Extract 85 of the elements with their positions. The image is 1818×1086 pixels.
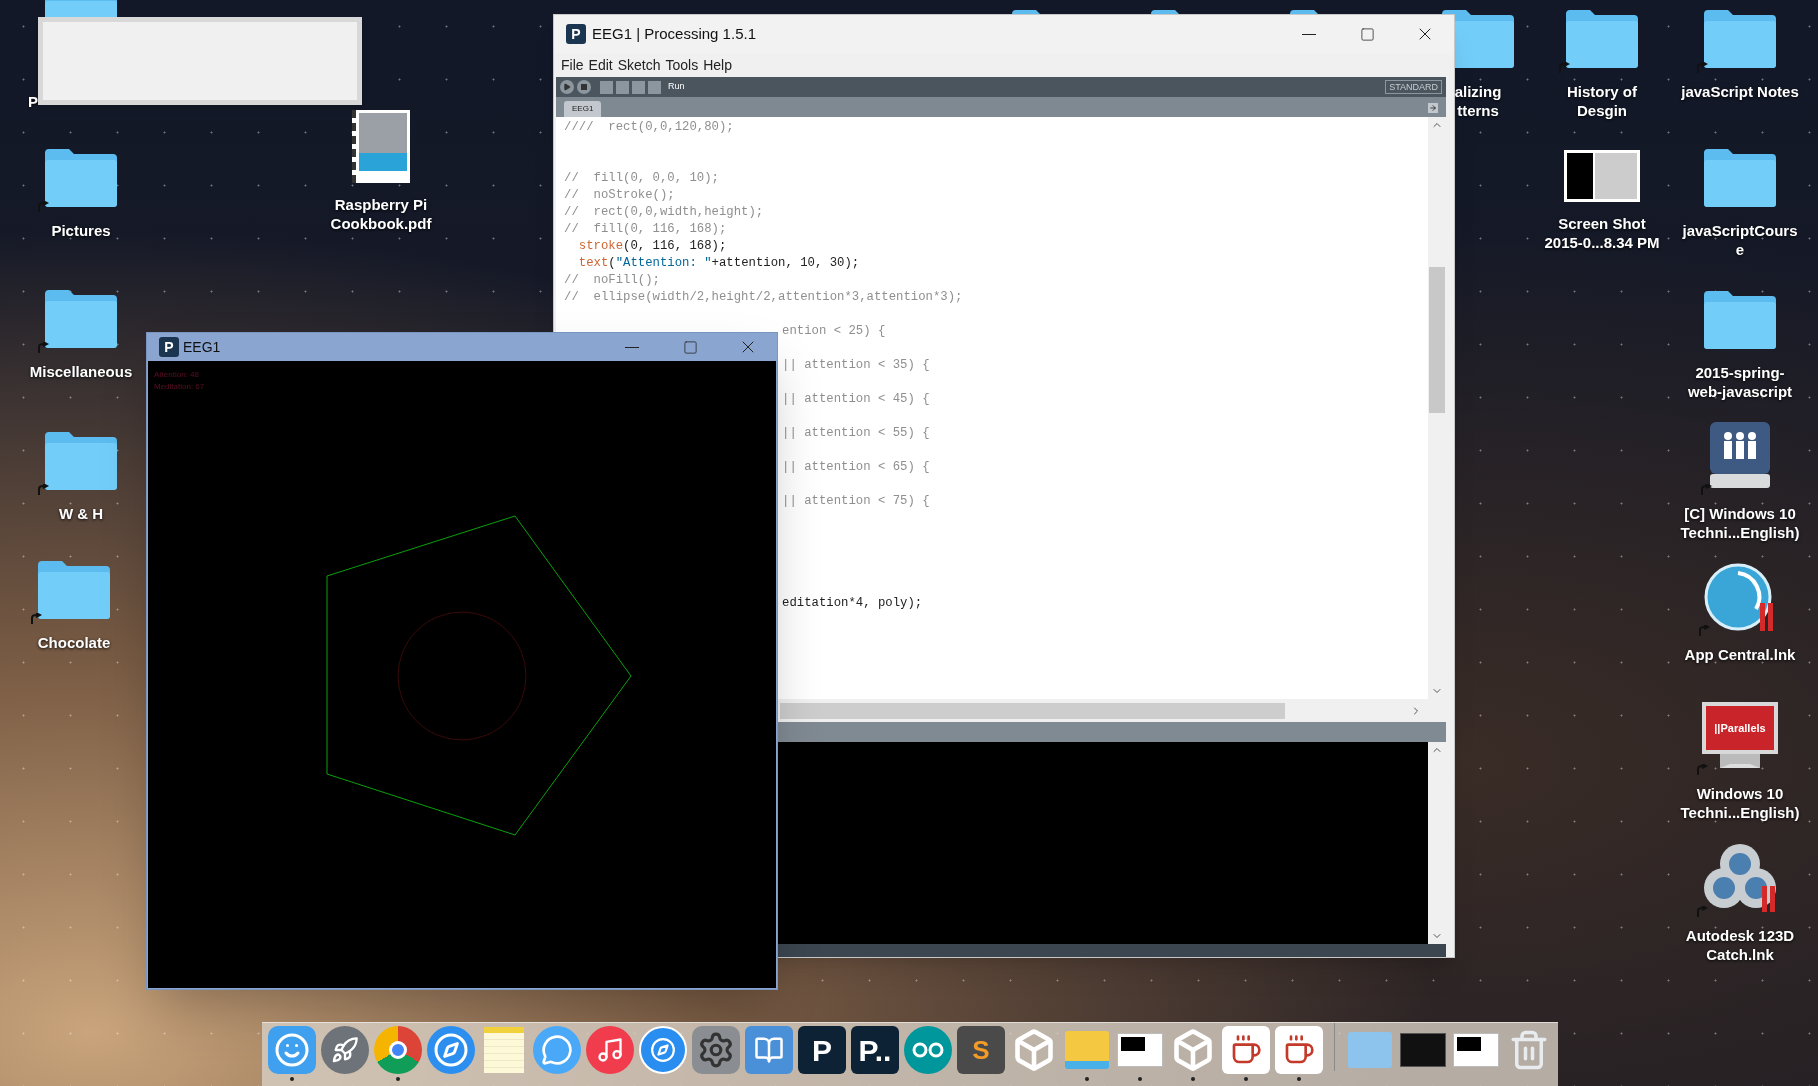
icon-label: W & H [58, 504, 104, 523]
app-icon[interactable]: P.. [851, 1026, 899, 1074]
export-button[interactable] [648, 80, 661, 94]
menu-item[interactable]: Edit [588, 54, 613, 76]
app-icon: P [159, 337, 179, 357]
code-line: // ellipse(width/2,height/2,attention*3,attention*3); [564, 290, 963, 304]
readout-text: Attention: 48 [154, 369, 200, 381]
icon-label: alizing tterns [1454, 82, 1502, 120]
code-line: ention < 25) { [782, 324, 886, 338]
stop-icon [581, 84, 587, 90]
notepad-icon[interactable] [484, 1027, 524, 1073]
icon-label: javaScript Notes [1681, 82, 1799, 101]
icon-label: History of Desgin [1567, 82, 1637, 120]
code-line: || attention < 75) { [782, 494, 930, 508]
coffee-cup-icon[interactable] [1222, 1026, 1270, 1074]
scrollbar-thumb[interactable] [780, 702, 1285, 719]
code-line: stroke(0, 116, 168); [577, 239, 727, 253]
icon-label: Raspberry Pi Cookbook.pdf [330, 195, 432, 233]
menu-item[interactable]: Help [703, 54, 732, 76]
compass-icon[interactable] [427, 1026, 475, 1074]
maximize-icon [1359, 26, 1375, 42]
window-thumbnail-icon[interactable] [1117, 1033, 1163, 1067]
dark-window-thumbnail-icon[interactable] [1400, 1033, 1446, 1067]
window-title: EEG1 [183, 337, 221, 357]
new-file-button[interactable] [600, 80, 613, 94]
code-line: // fill(0, 116, 168); [564, 222, 727, 236]
editor-tab[interactable]: EEG1 [564, 101, 602, 117]
code-line: || attention < 35) { [782, 358, 930, 372]
minimize-icon [625, 346, 639, 348]
code-line: || attention < 45) { [782, 392, 930, 406]
book-icon[interactable] [745, 1026, 793, 1074]
icon-label: Windows 10 Techni...English) [1680, 784, 1800, 822]
icon-label: Pictures [51, 221, 111, 240]
icon-label: P [28, 92, 38, 111]
code-line: text("Attention: "+attention, 10, 30); [577, 256, 860, 270]
infinity-icon[interactable] [904, 1026, 952, 1074]
app-icon[interactable]: P [798, 1026, 846, 1074]
code-line: // fill(0, 0,0, 10); [564, 171, 719, 185]
save-button[interactable] [632, 80, 645, 94]
code-line: editation*4, poly); [782, 596, 923, 610]
readout-text: Meditation: 67 [154, 381, 205, 393]
settings-icon[interactable] [692, 1026, 740, 1074]
smiling-face-icon[interactable] [268, 1026, 316, 1074]
stop-button[interactable] [577, 80, 591, 94]
coffee-cup-icon[interactable] [1275, 1026, 1323, 1074]
browser-icon[interactable] [374, 1026, 422, 1074]
icon-label: Chocolate [37, 633, 111, 652]
code-line: || attention < 55) { [782, 426, 930, 440]
window-title: EEG1 | Processing 1.5.1 [592, 23, 756, 44]
mode-label[interactable]: STANDARD [1385, 80, 1442, 94]
code-line: // noStroke(); [564, 188, 675, 202]
open-button[interactable] [616, 80, 629, 94]
book-cover-icon [352, 110, 410, 183]
run-button[interactable] [560, 80, 574, 94]
code-line: || attention < 65) { [782, 460, 930, 474]
scrollbar-thumb[interactable] [1429, 267, 1445, 413]
icon-label: Miscellaneous [29, 362, 133, 381]
icon-label: Autodesk 123D Catch.lnk [1685, 926, 1795, 964]
window-thumbnail-icon[interactable] [1453, 1033, 1499, 1067]
code-line: // noFill(); [564, 273, 660, 287]
app-icon[interactable]: S [957, 1026, 1005, 1074]
code-line: // rect(0,0,width,height); [564, 205, 764, 219]
chat-bubble-icon[interactable] [533, 1026, 581, 1074]
arrow-right-icon[interactable] [1428, 103, 1438, 113]
app-store-icon[interactable] [639, 1026, 687, 1074]
music-note-icon[interactable] [586, 1026, 634, 1074]
icon-label: javaScriptCours e [1682, 221, 1798, 259]
menu-item[interactable]: Tools [665, 54, 699, 76]
menu-item[interactable]: Sketch [617, 54, 661, 76]
folder-icon[interactable] [1065, 1031, 1109, 1069]
maximize-icon [682, 339, 698, 355]
code-line: //// rect(0,0,120,80); [564, 120, 734, 134]
play-icon [563, 83, 571, 91]
toolbar-label: Run [668, 80, 685, 94]
cluster-icon [1702, 842, 1778, 914]
brand-logo-text: ||Parallels [1714, 720, 1766, 736]
menu-item[interactable]: File [561, 54, 584, 76]
minimize-icon [1302, 33, 1316, 35]
rocket-icon[interactable] [321, 1026, 369, 1074]
clock-icon [1704, 563, 1776, 633]
icon-label: Screen Shot 2015-0...8.34 PM [1544, 214, 1660, 252]
icon-label: App Central.lnk [1684, 645, 1796, 664]
icon-label: 2015-spring- web-javascript [1687, 363, 1793, 401]
app-icon: P [566, 24, 586, 44]
icon-label: [C] Windows 10 Techni...English) [1680, 504, 1800, 542]
